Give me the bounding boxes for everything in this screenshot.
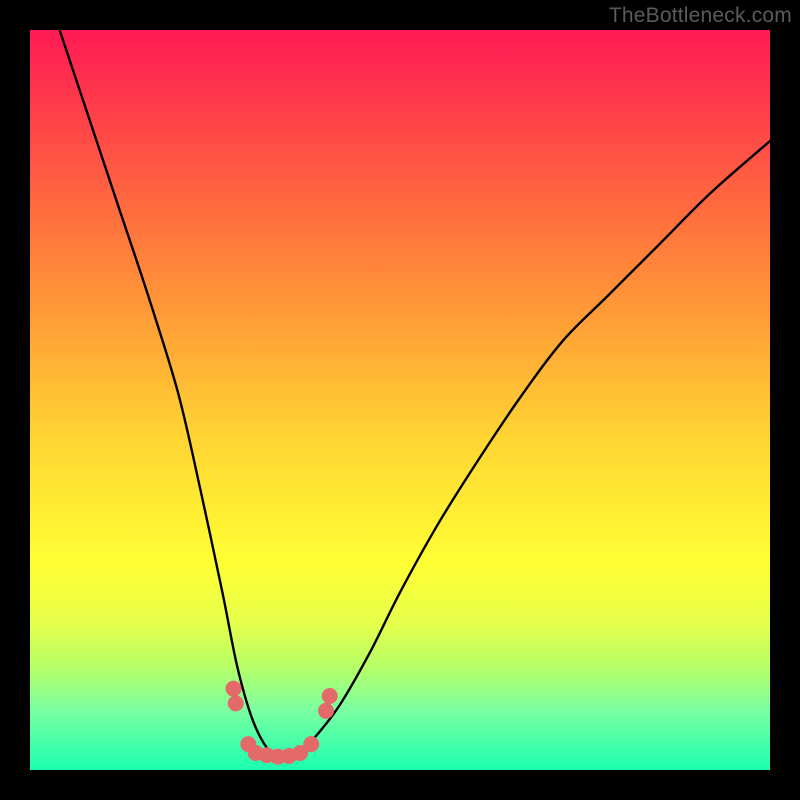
marker-group xyxy=(226,681,338,765)
bottleneck-curve-path xyxy=(60,30,770,756)
watermark-text: TheBottleneck.com xyxy=(609,4,792,28)
bottleneck-curve-svg xyxy=(30,30,770,770)
curve-marker xyxy=(228,695,244,711)
curve-marker xyxy=(226,681,242,697)
curve-marker xyxy=(318,703,334,719)
curve-marker xyxy=(322,688,338,704)
plot-area xyxy=(30,30,770,770)
chart-frame: TheBottleneck.com xyxy=(0,0,800,800)
curve-marker xyxy=(303,736,319,752)
